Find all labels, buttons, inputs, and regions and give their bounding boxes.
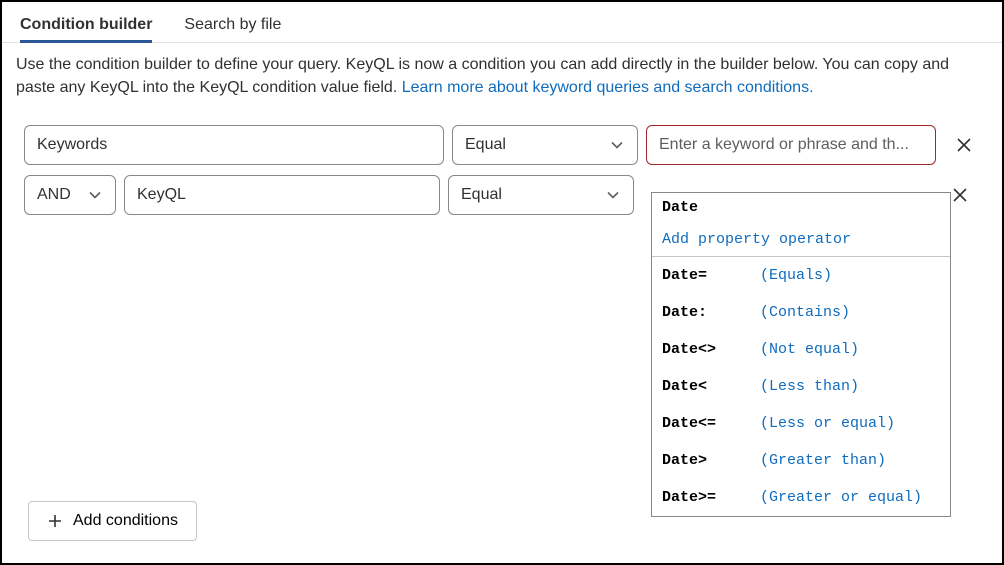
operator-code: Date= <box>662 267 760 284</box>
operator-desc: (Contains) <box>760 304 850 321</box>
property-field[interactable]: KeyQL <box>124 175 440 215</box>
operator-code: Date: <box>662 304 760 321</box>
description-text: Use the condition builder to define your… <box>2 43 1002 117</box>
close-icon <box>951 186 969 204</box>
dropdown-item[interactable]: Date= (Equals) <box>652 257 950 294</box>
operator-desc: (Less or equal) <box>760 415 895 432</box>
add-conditions-label: Add conditions <box>73 512 178 530</box>
dropdown-item[interactable]: Date: (Contains) <box>652 294 950 331</box>
chevron-down-icon <box>605 187 621 203</box>
operator-select[interactable]: Equal <box>452 125 638 165</box>
operator-code: Date< <box>662 378 760 395</box>
tab-bar: Condition builder Search by file <box>2 2 1002 43</box>
value-input-wrapper <box>646 125 936 165</box>
property-value: KeyQL <box>137 186 186 204</box>
property-value: Keywords <box>37 136 107 154</box>
dropdown-item[interactable]: Date< (Less than) <box>652 368 950 405</box>
dropdown-item[interactable]: Date> (Greater than) <box>652 442 950 479</box>
value-input[interactable] <box>659 136 923 154</box>
operator-value: Equal <box>461 186 502 204</box>
keyql-input-value[interactable]: Date <box>652 193 950 223</box>
learn-more-link[interactable]: Learn more about keyword queries and sea… <box>402 79 814 96</box>
plus-icon <box>47 513 63 529</box>
chevron-down-icon <box>609 137 625 153</box>
operator-code: Date>= <box>662 489 760 506</box>
operator-desc: (Equals) <box>760 267 832 284</box>
condition-row: Keywords Equal <box>24 125 984 165</box>
add-conditions-button[interactable]: Add conditions <box>28 501 197 541</box>
dropdown-header: Add property operator <box>652 223 950 257</box>
operator-code: Date<= <box>662 415 760 432</box>
logic-value: AND <box>37 186 71 204</box>
tab-condition-builder[interactable]: Condition builder <box>20 14 152 42</box>
close-icon <box>955 136 973 154</box>
logic-select[interactable]: AND <box>24 175 116 215</box>
operator-select[interactable]: Equal <box>448 175 634 215</box>
chevron-down-icon <box>87 187 103 203</box>
keyql-autocomplete-dropdown: Date Add property operator Date= (Equals… <box>651 192 951 517</box>
tab-search-by-file[interactable]: Search by file <box>184 14 281 42</box>
operator-desc: (Less than) <box>760 378 859 395</box>
dropdown-item[interactable]: Date>= (Greater or equal) <box>652 479 950 516</box>
operator-value: Equal <box>465 136 506 154</box>
operator-code: Date<> <box>662 341 760 358</box>
property-field[interactable]: Keywords <box>24 125 444 165</box>
dropdown-item[interactable]: Date<> (Not equal) <box>652 331 950 368</box>
operator-desc: (Greater or equal) <box>760 489 922 506</box>
dropdown-item[interactable]: Date<= (Less or equal) <box>652 405 950 442</box>
operator-desc: (Not equal) <box>760 341 859 358</box>
operator-code: Date> <box>662 452 760 469</box>
remove-condition-button[interactable] <box>948 129 980 161</box>
operator-desc: (Greater than) <box>760 452 886 469</box>
